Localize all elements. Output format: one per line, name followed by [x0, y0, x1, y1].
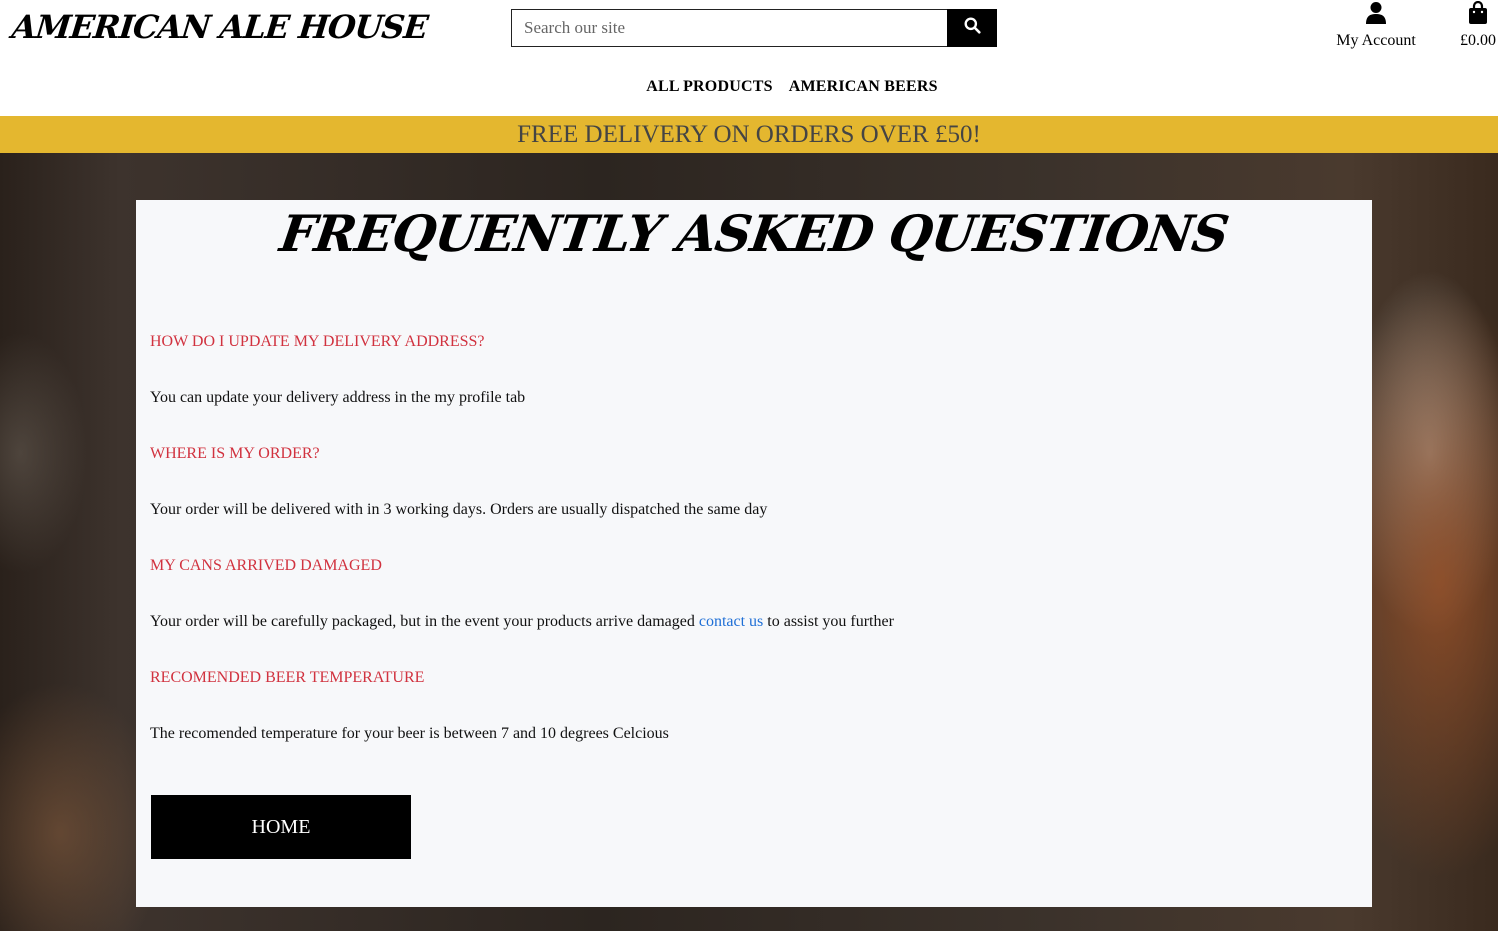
user-icon	[1366, 1, 1386, 30]
bag-total: £0.00	[1460, 32, 1496, 49]
home-button[interactable]: HOME	[151, 795, 411, 859]
nav-all-products[interactable]: ALL PRODUCTS	[646, 78, 772, 96]
search-input[interactable]	[511, 9, 947, 47]
contact-us-link[interactable]: contact us	[699, 613, 763, 630]
main-nav: ALL PRODUCTS AMERICAN BEERS	[0, 78, 1498, 96]
faq-card: FREQUENTLY ASKED QUESTIONS HOW DO I UPDA…	[136, 200, 1372, 907]
site-header: AMERICAN ALE HOUSE My Account £0.00 ALL …	[0, 0, 1498, 116]
shopping-bag-icon	[1468, 0, 1488, 30]
faq-answer: You can update your delivery address in …	[150, 389, 526, 406]
faq-answer-text: to assist you further	[767, 613, 894, 630]
shopping-bag-link[interactable]: £0.00	[1452, 0, 1498, 50]
free-delivery-banner: FREE DELIVERY ON ORDERS OVER £50!	[0, 116, 1498, 153]
faq-question: MY CANS ARRIVED DAMAGED	[150, 557, 382, 574]
nav-american-beers[interactable]: AMERICAN BEERS	[789, 78, 938, 96]
faq-answer: Your order will be delivered with in 3 w…	[150, 501, 768, 518]
page-title: FREQUENTLY ASKED QUESTIONS	[276, 204, 1232, 263]
faq-answer-text: Your order will be carefully packaged, b…	[150, 613, 695, 630]
search-icon	[964, 17, 981, 39]
faq-question: HOW DO I UPDATE MY DELIVERY ADDRESS?	[150, 333, 485, 350]
faq-question: WHERE IS MY ORDER?	[150, 445, 320, 462]
my-account-label: My Account	[1336, 32, 1416, 49]
faq-answer: Your order will be carefully packaged, b…	[150, 613, 894, 631]
my-account-link[interactable]: My Account	[1330, 2, 1422, 50]
faq-question: RECOMENDED BEER TEMPERATURE	[150, 669, 425, 686]
faq-answer: The recomended temperature for your beer…	[150, 725, 669, 742]
search-button[interactable]	[947, 9, 997, 47]
site-logo[interactable]: AMERICAN ALE HOUSE	[10, 8, 429, 46]
search-form	[511, 9, 997, 47]
